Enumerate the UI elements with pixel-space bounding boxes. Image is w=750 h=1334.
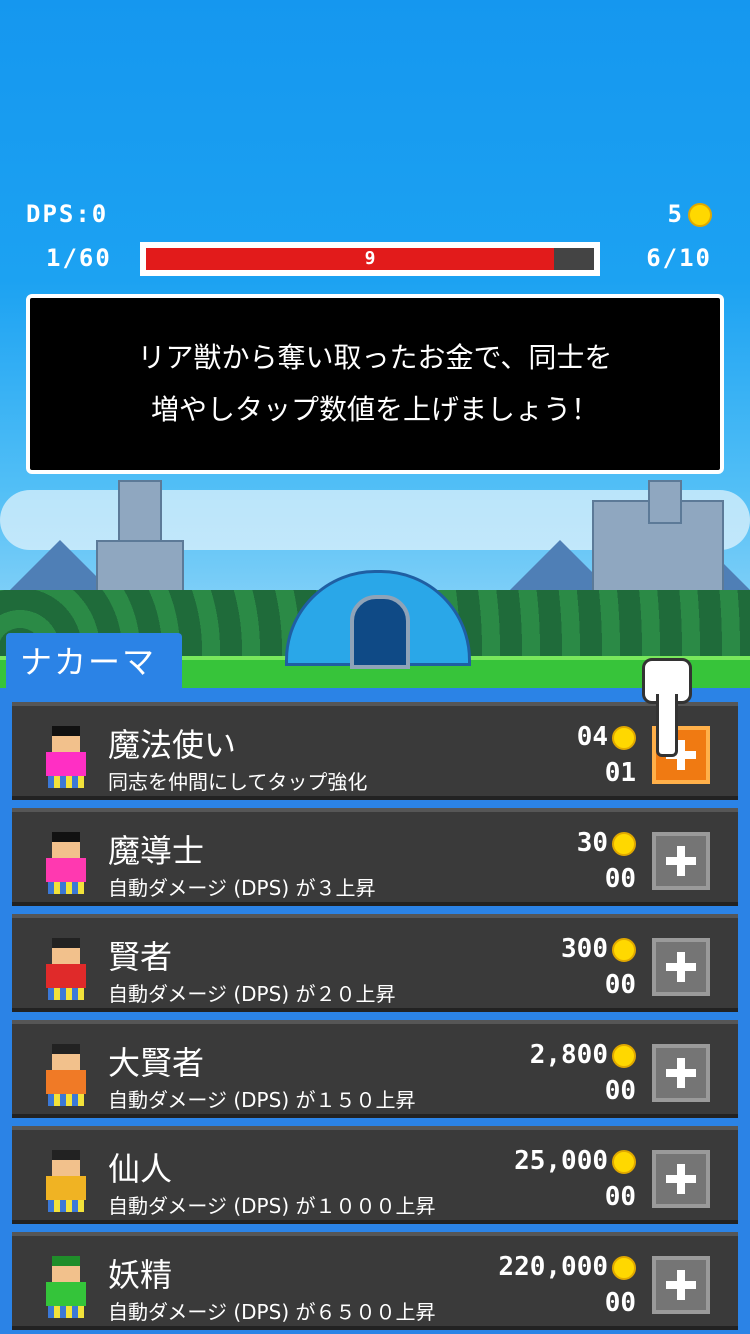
coin-icon [688,203,712,227]
unit-cost: 25,000 [514,1146,636,1176]
tab-nakama[interactable]: ナカーマ [6,633,182,691]
unit-description: 自動ダメージ (DPS) が３上昇 [108,876,376,900]
dps-readout: DPS:0 [26,200,109,228]
unit-row: 仙人 自動ダメージ (DPS) が１０００上昇 25,000 00 [12,1126,738,1224]
unit-level: 00 [604,1182,636,1212]
upgrade-plus-button[interactable] [652,1150,710,1208]
unit-name: 大賢者 [108,1044,205,1082]
pointer-hand-icon [642,658,692,758]
upgrade-plus-button[interactable] [652,832,710,890]
unit-name: 魔法使い [108,726,237,764]
unit-avatar [44,1256,88,1322]
stage-progress: 1/60 [46,244,112,272]
unit-level: 01 [604,758,636,788]
coin-count: 5 [667,200,684,228]
unit-row: 魔導士 自動ダメージ (DPS) が３上昇 30 00 [12,808,738,906]
unit-cost: 300 [561,934,636,964]
unit-description: 自動ダメージ (DPS) が６５００上昇 [108,1300,436,1324]
dialog-line-1: リア獣から奪い取ったお金で、同士を [137,341,613,374]
unit-cost-value: 220,000 [498,1252,608,1282]
unit-row: 妖精 自動ダメージ (DPS) が６５００上昇 220,000 00 [12,1232,738,1330]
tutorial-dialog[interactable]: リア獣から奪い取ったお金で、同士を 増やしタップ数値を上げましょう！ [26,294,724,474]
unit-name: 魔導士 [108,832,205,870]
unit-row: 魔法使い 同志を仲間にしてタップ強化 04 01 [12,702,738,800]
castle-right-spire [648,480,682,524]
unit-level: 00 [604,970,636,1000]
unit-avatar [44,938,88,1004]
enemy-hp-bar: 9 [140,242,600,276]
coin-icon [612,1255,636,1280]
coin-counter: 5 [668,200,712,228]
unit-description: 同志を仲間にしてタップ強化 [108,770,368,794]
coin-icon [612,937,636,962]
wave-progress: 6/10 [646,244,712,272]
coin-icon [612,725,636,750]
coin-icon [612,1043,636,1068]
unit-cost-value: 300 [561,934,608,964]
unit-row: 賢者 自動ダメージ (DPS) が２０上昇 300 00 [12,914,738,1012]
unit-cost-value: 30 [576,828,608,858]
enemy-hp-value: 9 [364,248,376,269]
unit-cost: 220,000 [498,1252,636,1282]
coin-icon [612,1149,636,1174]
upgrade-plus-button[interactable] [652,938,710,996]
unit-name: 妖精 [108,1256,173,1294]
unit-cost: 2,800 [530,1040,636,1070]
unit-avatar [44,1150,88,1216]
unit-cost: 04 [577,722,636,752]
unit-cost-value: 04 [576,722,608,752]
unit-level: 00 [604,1288,636,1318]
unit-description: 自動ダメージ (DPS) が２０上昇 [108,982,396,1006]
dome-door [350,595,410,669]
unit-avatar [44,726,88,792]
unit-cost-value: 2,800 [529,1040,608,1070]
unit-description: 自動ダメージ (DPS) が１０００上昇 [108,1194,436,1218]
unit-name: 仙人 [108,1150,173,1188]
unit-cost: 30 [577,828,636,858]
unit-level: 00 [604,1076,636,1106]
unit-cost-value: 25,000 [514,1146,608,1176]
unit-level: 00 [604,864,636,894]
coin-icon [612,831,636,856]
dialog-line-2: 増やしタップ数値を上げましょう！ [150,393,599,426]
upgrade-plus-button[interactable] [652,1256,710,1314]
unit-avatar [44,1044,88,1110]
unit-row: 大賢者 自動ダメージ (DPS) が１５０上昇 2,800 00 [12,1020,738,1118]
upgrade-plus-button[interactable] [652,1044,710,1102]
unit-avatar [44,832,88,898]
unit-name: 賢者 [108,938,173,976]
unit-description: 自動ダメージ (DPS) が１５０上昇 [108,1088,416,1112]
